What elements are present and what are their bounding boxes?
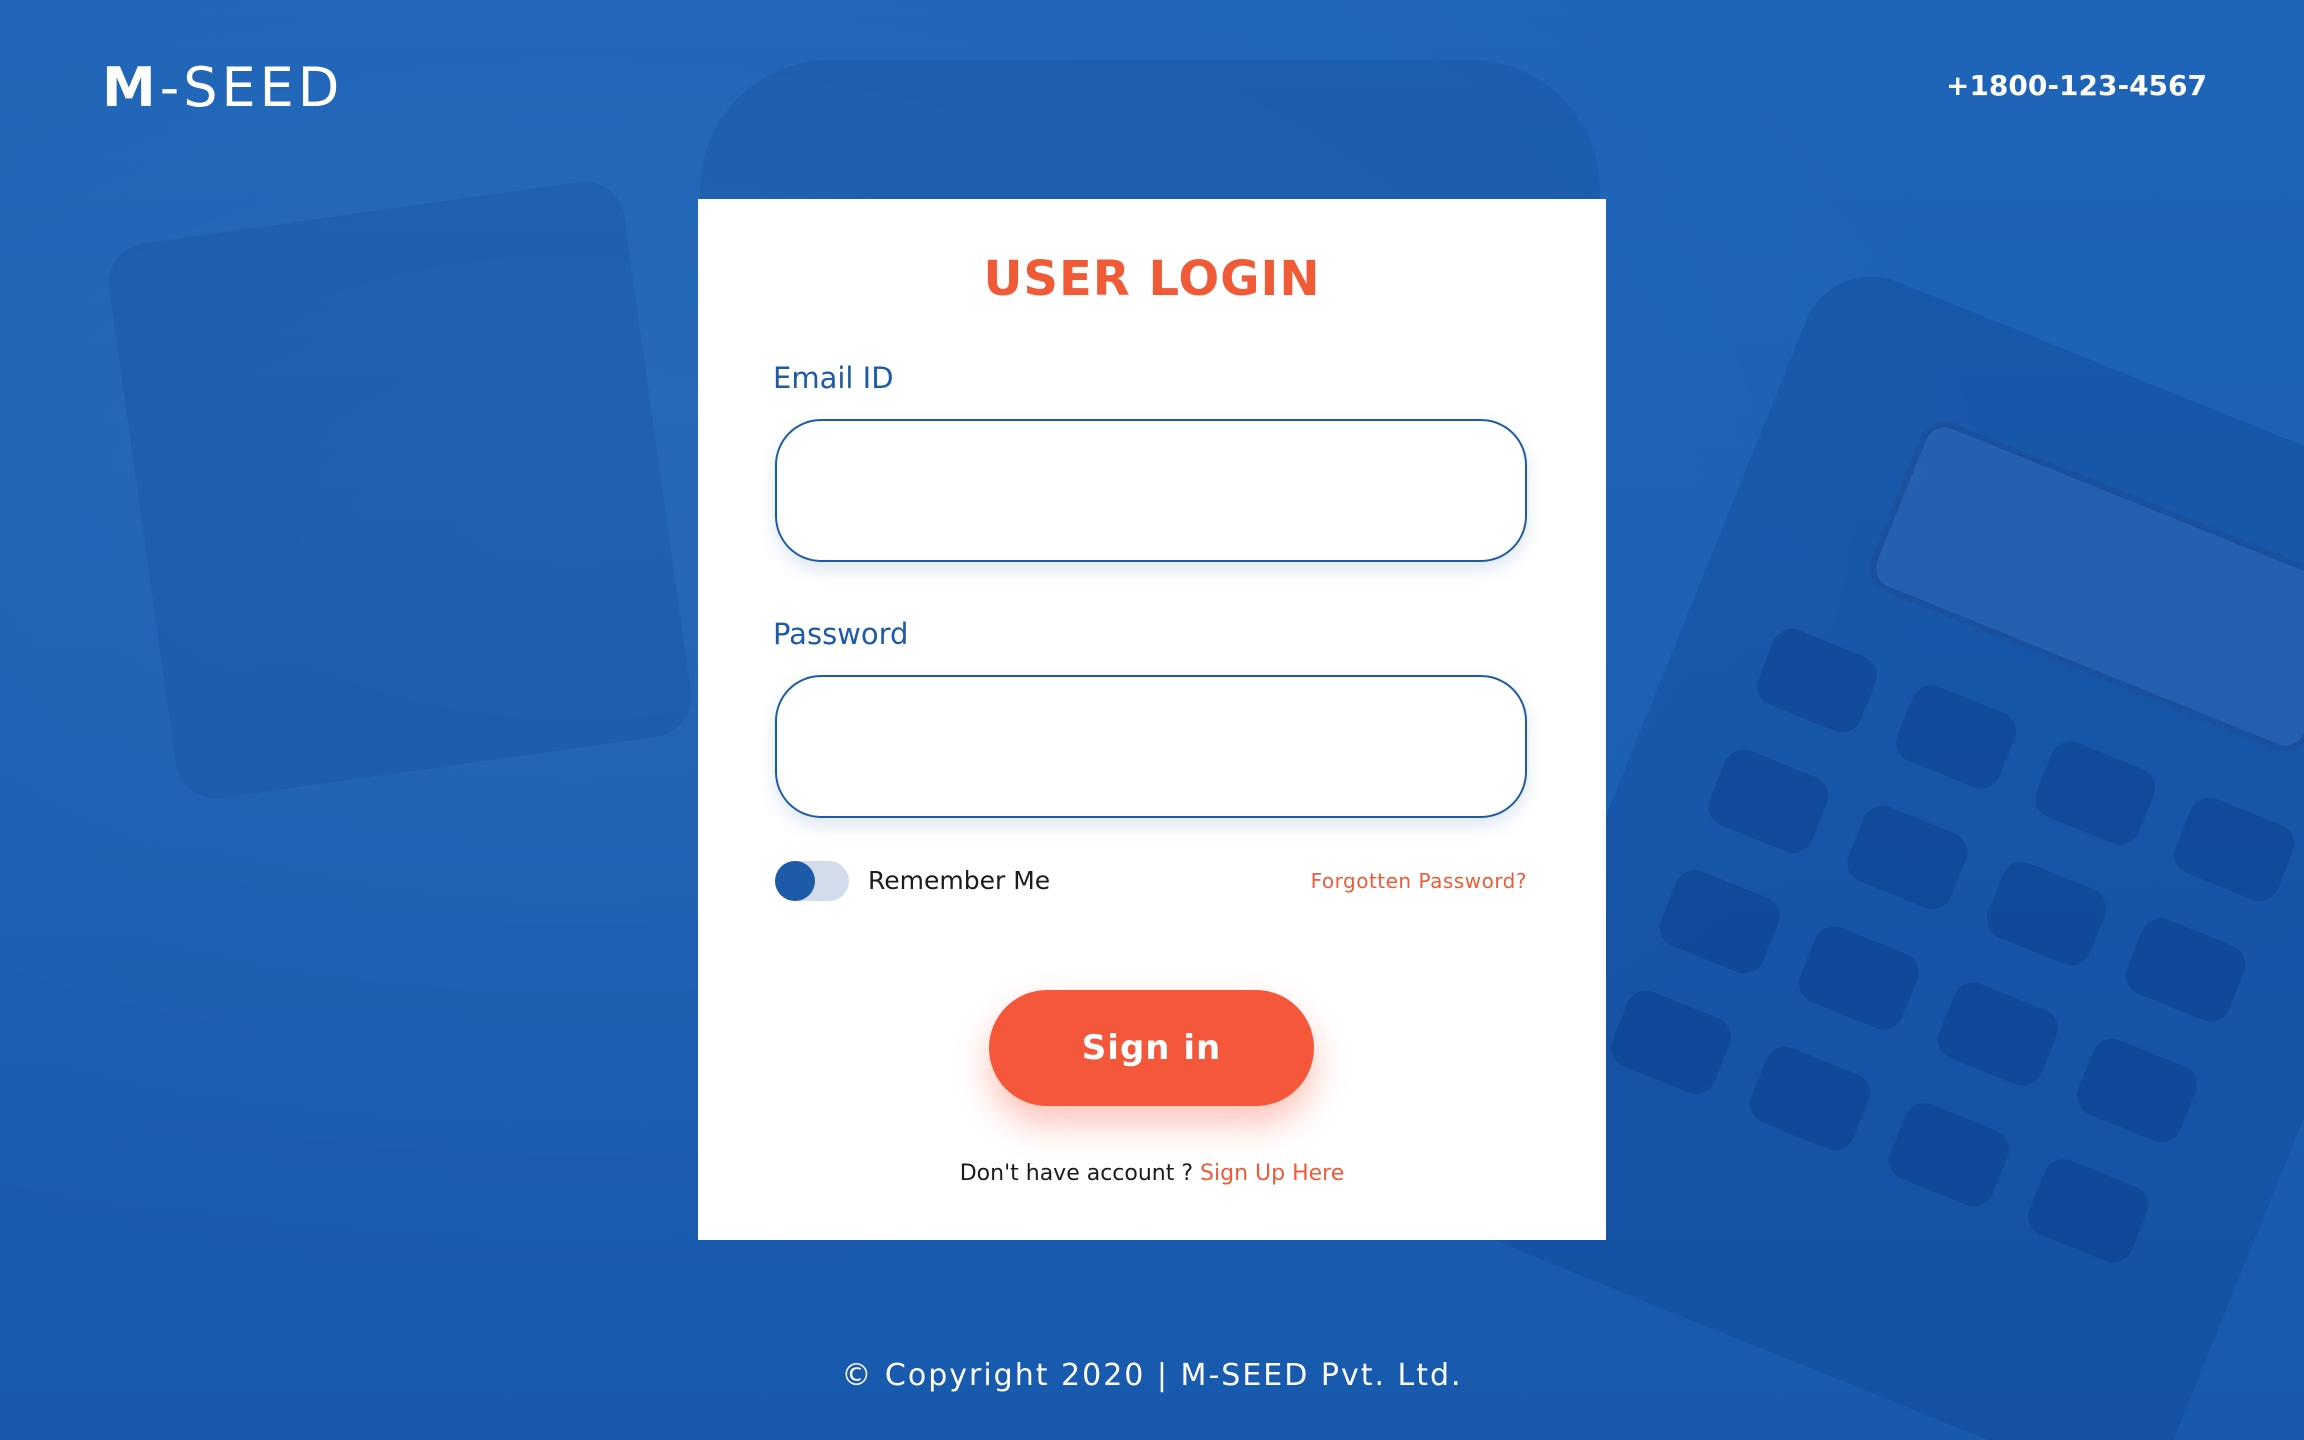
- calculator-key: [1931, 976, 2064, 1092]
- forgot-password-link[interactable]: Forgotten Password?: [1311, 867, 1527, 895]
- calculator-key: [2168, 791, 2301, 907]
- calculator-key: [1751, 623, 1884, 739]
- calculator-key: [2022, 1153, 2155, 1269]
- brand-logo[interactable]: M-SEED: [102, 56, 343, 120]
- remember-me-label: Remember Me: [868, 866, 1051, 895]
- email-label: Email ID: [773, 361, 894, 395]
- toggle-knob: [775, 861, 815, 901]
- calculator-key: [1980, 855, 2113, 972]
- calculator-key: [1883, 1096, 2016, 1213]
- email-field[interactable]: [775, 419, 1527, 562]
- calculator-key: [2119, 912, 2252, 1028]
- calculator-key: [1604, 984, 1737, 1100]
- calculator-key: [1841, 799, 1974, 916]
- password-field[interactable]: [775, 675, 1527, 818]
- calculator-key: [1890, 679, 2023, 795]
- remember-me-toggle[interactable]: [775, 861, 849, 901]
- calculator-key: [1792, 920, 1925, 1036]
- page-title: USER LOGIN: [983, 251, 1321, 307]
- signup-row: Don't have account ? Sign Up Here: [698, 1159, 1606, 1189]
- login-card: USER LOGIN Email ID Password Remember Me…: [698, 199, 1606, 1240]
- calculator-key: [2070, 1032, 2203, 1149]
- calculator-key: [1653, 864, 1786, 980]
- calculator-key: [2029, 735, 2162, 851]
- sign-up-link[interactable]: Sign Up Here: [1200, 1161, 1344, 1186]
- sign-in-button[interactable]: Sign in: [989, 990, 1314, 1106]
- logo-wordmark: -SEED: [159, 56, 344, 119]
- logo-mark: M: [102, 56, 160, 119]
- copyright-footer: © Copyright 2020 | M-SEED Pvt. Ltd.: [841, 1358, 1463, 1393]
- phone-number[interactable]: +1800-123-4567: [1946, 68, 2207, 104]
- signup-prompt: Don't have account ?: [959, 1161, 1201, 1186]
- background-shape: [103, 176, 697, 804]
- calculator-key: [1702, 743, 1835, 859]
- calculator-key: [1744, 1040, 1877, 1157]
- password-label: Password: [773, 617, 909, 651]
